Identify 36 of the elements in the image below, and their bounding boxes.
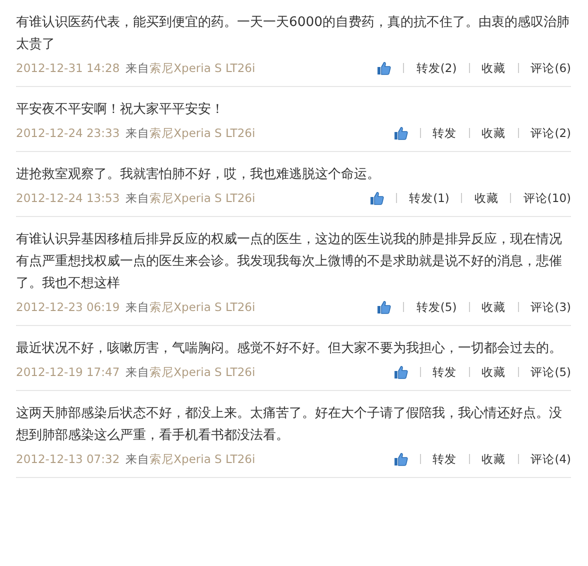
favorite-link[interactable]: 收藏 — [482, 362, 506, 382]
thumbs-up-icon[interactable] — [370, 191, 384, 205]
comment-link[interactable]: 评论(4) — [530, 449, 571, 469]
favorite-link[interactable]: 收藏 — [482, 58, 506, 78]
source-label: 来自 — [126, 364, 150, 381]
favorite-link[interactable]: 收藏 — [482, 297, 506, 317]
post-text: 最近状况不好，咳嗽厉害，气喘胸闷。感觉不好不好。但大家不要为我担心，一切都会过去的。 — [16, 340, 563, 358]
post-text: 有谁认识医药代表，能买到便宜的药。一天一天6000的自费药，真的抗不住了。由衷的感叹治肺太贵了 — [16, 14, 571, 54]
comment-link[interactable]: 评论(2) — [530, 123, 571, 143]
forward-link[interactable]: 转发(1) — [409, 188, 450, 208]
thumbs-up-icon[interactable] — [377, 300, 392, 314]
thumbs-up-icon[interactable] — [394, 452, 408, 466]
source-label: 来自 — [126, 451, 150, 468]
post-text: 有谁认识异基因移植后排异反应的权威一点的医生，这边的医生说我的肺是排异反应，现在情况有点严重想找权威一点的医生来会诊。我发现我每次上微博的不是求助就是说不好的消息，悲催了。我也不想这样 — [16, 231, 563, 293]
favorite-link[interactable]: 收藏 — [482, 123, 506, 143]
forward-link[interactable]: 转发 — [432, 123, 457, 143]
comment-link[interactable]: 评论(6) — [530, 58, 571, 78]
thumbs-up-icon[interactable] — [377, 61, 392, 75]
comment-link[interactable]: 评论(10) — [523, 188, 571, 208]
forward-link[interactable]: 转发(5) — [416, 297, 457, 317]
forward-link[interactable]: 转发 — [432, 449, 457, 469]
source-label: 来自 — [126, 60, 150, 77]
source-label: 来自 — [126, 125, 150, 142]
favorite-link[interactable]: 收藏 — [474, 188, 498, 208]
post-text: 这两天肺部感染后状态不好，都没上来。太痛苦了。好在大个子请了假陪我，我心情还好点。没想到肺部感染这么严重，看手机看书都没法看。 — [16, 405, 563, 445]
source-label: 来自 — [126, 190, 150, 207]
forward-link[interactable]: 转发(2) — [416, 58, 457, 78]
comment-link[interactable]: 评论(3) — [530, 297, 571, 317]
source-label: 来自 — [126, 299, 150, 316]
comment-link[interactable]: 评论(5) — [530, 362, 571, 382]
favorite-link[interactable]: 收藏 — [482, 449, 506, 469]
post-text: 进抢救室观察了。我就害怕肺不好，哎，我也难逃脱这个命运。 — [16, 166, 381, 184]
post-text: 平安夜不平安啊！祝大家平平安安！ — [16, 101, 225, 119]
thumbs-up-icon[interactable] — [394, 126, 408, 140]
forward-link[interactable]: 转发 — [432, 362, 457, 382]
thumbs-up-icon[interactable] — [394, 365, 408, 379]
